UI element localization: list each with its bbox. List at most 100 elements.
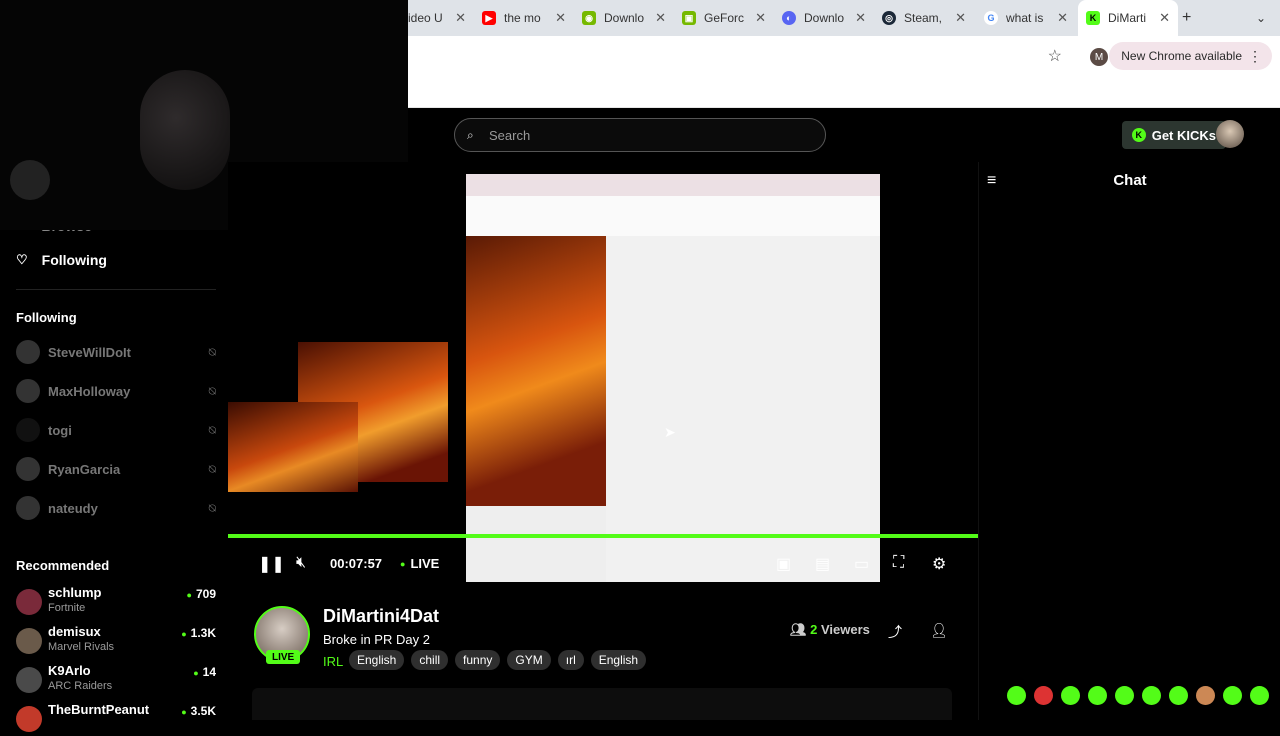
recommended-channel[interactable]: K9Arlo ARC Raiders 14 <box>16 663 216 697</box>
tag[interactable]: chill <box>411 650 449 670</box>
playback-time: 00:07:57 <box>330 556 383 571</box>
emote-icon[interactable] <box>1034 686 1053 705</box>
emote-icon[interactable] <box>1115 686 1134 705</box>
update-chrome-button[interactable]: New Chrome available ⋮ <box>1109 42 1272 70</box>
get-kicks-label: Get KICKs <box>1151 127 1216 143</box>
recommended-channel[interactable]: demisux Marvel Rivals 1.3K <box>16 624 216 658</box>
settings-icon[interactable]: ⚙ <box>932 554 946 574</box>
fullscreen-icon[interactable]: ⛶ <box>893 554 904 572</box>
emote-icon[interactable] <box>1169 686 1188 705</box>
video-player[interactable]: ➤ ❚❚ 🔇︎ 00:07:57 LIVE ▣ ▤ ▭ ⛶ ⚙ <box>228 162 978 582</box>
emote-icon[interactable] <box>1196 686 1215 705</box>
close-icon[interactable]: ✕ <box>755 10 766 26</box>
browser-tab-active[interactable]: K DiMarti ✕ <box>1078 0 1178 36</box>
avatar <box>16 418 40 442</box>
stream-category[interactable]: IRL <box>323 654 343 669</box>
avatar <box>16 379 40 403</box>
close-icon[interactable]: ✕ <box>855 10 866 26</box>
browser-tab[interactable]: ◎ Steam, ✕ <box>882 0 966 36</box>
tag[interactable]: funny <box>455 650 501 670</box>
recursive-capture <box>228 402 358 492</box>
browser-tab[interactable]: G what is ✕ <box>984 0 1068 36</box>
divider <box>16 289 216 290</box>
geforce-icon: ▣ <box>682 11 696 25</box>
recommended-channel[interactable]: schlump Fortnite 709 <box>16 585 216 619</box>
following-channel[interactable]: MaxHolloway ⍉ <box>16 377 216 405</box>
browser-tab[interactable]: ◐ Downlo ✕ <box>782 0 866 36</box>
chat-panel: ≡ Chat <box>978 162 1280 720</box>
tag[interactable]: GYM <box>507 650 551 670</box>
following-channel[interactable]: SteveWillDoIt ⍉ <box>16 338 216 366</box>
site-header: ⌕ Search K Get KICKs <box>408 108 1280 162</box>
avatar <box>16 667 42 693</box>
kick-icon: K <box>1086 11 1100 25</box>
recommended-heading: Recommended <box>16 558 110 573</box>
channel-category: Marvel Rivals <box>48 641 115 653</box>
avatar <box>16 706 42 732</box>
emote-icon[interactable] <box>1007 686 1026 705</box>
offline-icon: ⍉ <box>208 344 216 359</box>
search-icon: ⌕ <box>467 128 474 142</box>
bookmark-star-icon[interactable]: ☆ <box>1048 46 1062 66</box>
channel-name: demisux <box>48 624 101 639</box>
emote-icon[interactable] <box>1142 686 1161 705</box>
muted-volume-icon[interactable]: 🔇︎ <box>296 554 306 572</box>
emote-icon[interactable] <box>1088 686 1107 705</box>
close-icon[interactable]: ✕ <box>655 10 666 26</box>
get-kicks-button[interactable]: K Get KICKs <box>1121 121 1226 149</box>
discord-icon: ◐ <box>782 11 796 25</box>
close-icon[interactable]: ✕ <box>1057 10 1068 26</box>
viewer-count: 709 <box>187 587 216 601</box>
avatar <box>16 589 42 615</box>
recommended-channel[interactable]: TheBurntPeanut 3.5K <box>16 702 216 736</box>
live-badge: LIVE <box>266 650 301 664</box>
browser-tab[interactable]: ▣ GeForc ✕ <box>682 0 766 36</box>
tab-title: Steam, <box>904 11 943 25</box>
chat-title: Chat <box>1113 172 1147 189</box>
browser-toolbar: ☆ M New Chrome available ⋮ <box>408 36 1280 76</box>
sidebar-item-following[interactable]: ♡ Following <box>16 252 107 268</box>
tag[interactable]: English <box>349 650 405 670</box>
browser-tab[interactable]: ideo U ✕ <box>408 0 466 36</box>
browser-tab[interactable]: ▶ the mo ✕ <box>482 0 566 36</box>
share-icon[interactable]: ⤴ <box>888 622 902 642</box>
theater-mode-icon[interactable]: ▭ <box>854 554 869 574</box>
emote-icon[interactable] <box>1061 686 1080 705</box>
following-channel[interactable]: nateudy ⍉ <box>16 494 216 522</box>
clip-icon[interactable]: ▤ <box>815 554 830 574</box>
channel-name[interactable]: DiMartini4Dat <box>323 606 439 627</box>
close-icon[interactable]: ✕ <box>1159 10 1170 26</box>
following-channel[interactable]: togi ⍉ <box>16 416 216 444</box>
close-icon[interactable]: ✕ <box>455 10 466 26</box>
following-channel[interactable]: RyanGarcia ⍉ <box>16 455 216 483</box>
close-icon[interactable]: ✕ <box>955 10 966 26</box>
close-icon[interactable]: ✕ <box>555 10 566 26</box>
follow-icon[interactable]: 👤︎ <box>930 622 948 639</box>
emote-icon[interactable] <box>1250 686 1269 705</box>
live-indicator[interactable]: LIVE <box>400 556 439 571</box>
search-input[interactable]: ⌕ Search <box>454 118 826 152</box>
tag[interactable]: ırl <box>557 650 584 670</box>
progress-bar[interactable] <box>228 534 978 538</box>
emote-icon[interactable] <box>1223 686 1242 705</box>
tab-title: GeForc <box>704 11 745 25</box>
viewer-label: Viewers <box>821 622 870 637</box>
viewer-count: 3.5K <box>181 704 216 718</box>
channel-name: SteveWillDoIt <box>48 344 131 360</box>
new-tab-button[interactable]: + <box>1182 0 1200 36</box>
captured-page <box>606 236 880 582</box>
streamer-face <box>140 70 230 190</box>
offline-icon: ⍉ <box>208 500 216 515</box>
chevron-down-icon[interactable]: ⌄ <box>1256 0 1272 36</box>
user-avatar[interactable] <box>1216 120 1244 148</box>
browser-tab[interactable]: ◉ Downlo ✕ <box>582 0 666 36</box>
tag[interactable]: English <box>590 650 647 670</box>
profile-avatar[interactable]: M <box>1090 48 1108 66</box>
mini-player-icon[interactable]: ▣ <box>776 554 791 574</box>
kick-coin-icon: K <box>1131 128 1146 142</box>
webcam-light <box>10 160 50 200</box>
pause-icon[interactable]: ❚❚ <box>258 554 285 574</box>
channel-name: MaxHolloway <box>48 383 131 399</box>
kebab-menu-icon[interactable]: ⋮ <box>1248 48 1262 65</box>
tab-title: what is <box>1006 11 1044 25</box>
